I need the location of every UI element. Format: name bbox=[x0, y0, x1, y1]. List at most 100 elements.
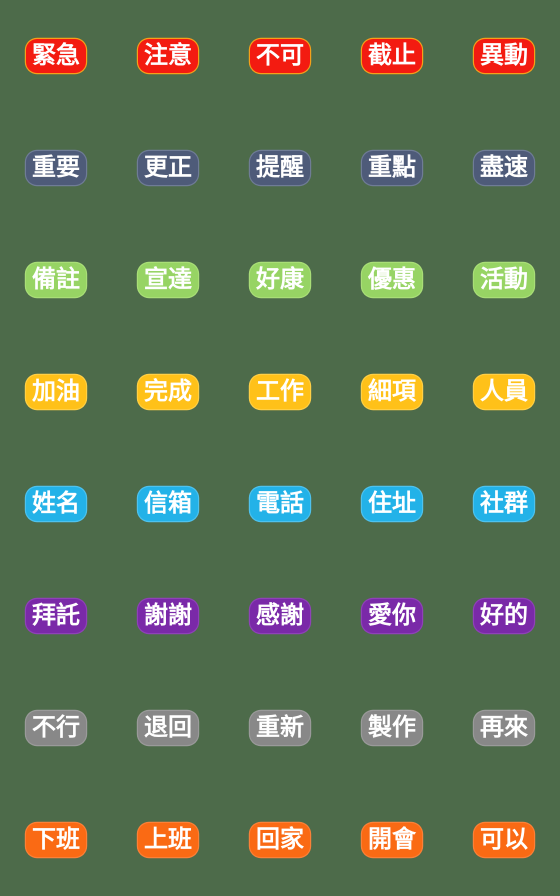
sticker-label: 拜託 bbox=[32, 601, 80, 629]
sticker-badge-sky-4[interactable]: 住址 bbox=[362, 487, 422, 521]
sticker-badge-sky-1[interactable]: 姓名 bbox=[26, 487, 86, 521]
sticker-cell: 開會 bbox=[336, 784, 448, 896]
sticker-label: 緊急 bbox=[32, 41, 80, 69]
sticker-badge-red-5[interactable]: 異動 bbox=[474, 39, 534, 73]
sticker-badge-purple-5[interactable]: 好的 bbox=[474, 599, 534, 633]
sticker-badge-sky-5[interactable]: 社群 bbox=[474, 487, 534, 521]
sticker-label: 下班 bbox=[32, 825, 80, 853]
sticker-label: 姓名 bbox=[32, 489, 80, 517]
sticker-cell: 備註 bbox=[0, 224, 112, 336]
sticker-badge-gray-4[interactable]: 製作 bbox=[362, 711, 422, 745]
sticker-badge-sky-3[interactable]: 電話 bbox=[250, 487, 310, 521]
sticker-cell: 完成 bbox=[112, 336, 224, 448]
sticker-label: 愛你 bbox=[368, 601, 416, 629]
sticker-label: 工作 bbox=[256, 377, 304, 405]
sticker-badge-green-2[interactable]: 宣達 bbox=[138, 263, 198, 297]
sticker-label: 電話 bbox=[256, 489, 304, 517]
sticker-cell: 再來 bbox=[448, 672, 560, 784]
sticker-badge-amber-3[interactable]: 工作 bbox=[250, 375, 310, 409]
sticker-cell: 信箱 bbox=[112, 448, 224, 560]
sticker-badge-amber-4[interactable]: 細項 bbox=[362, 375, 422, 409]
sticker-cell: 更正 bbox=[112, 112, 224, 224]
sticker-cell: 可以 bbox=[448, 784, 560, 896]
sticker-cell: 人員 bbox=[448, 336, 560, 448]
sticker-label: 細項 bbox=[368, 377, 416, 405]
sticker-label: 退回 bbox=[144, 713, 192, 741]
sticker-cell: 提醒 bbox=[224, 112, 336, 224]
sticker-badge-purple-1[interactable]: 拜託 bbox=[26, 599, 86, 633]
sticker-cell: 愛你 bbox=[336, 560, 448, 672]
sticker-badge-slate-3[interactable]: 提醒 bbox=[250, 151, 310, 185]
sticker-cell: 上班 bbox=[112, 784, 224, 896]
sticker-label: 好康 bbox=[256, 265, 304, 293]
sticker-badge-green-1[interactable]: 備註 bbox=[26, 263, 86, 297]
sticker-badge-red-4[interactable]: 截止 bbox=[362, 39, 422, 73]
sticker-cell: 緊急 bbox=[0, 0, 112, 112]
sticker-cell: 盡速 bbox=[448, 112, 560, 224]
sticker-badge-gray-3[interactable]: 重新 bbox=[250, 711, 310, 745]
sticker-sheet-grid: 緊急 注意 不可 截止 異動重要 更正 提醒 重點 盡速備註 宣達 好康 優惠 活動加油 完成 工作 細項 人員… bbox=[0, 0, 560, 896]
sticker-cell: 不可 bbox=[224, 0, 336, 112]
sticker-cell: 製作 bbox=[336, 672, 448, 784]
sticker-badge-gray-5[interactable]: 再來 bbox=[474, 711, 534, 745]
sticker-badge-green-4[interactable]: 優惠 bbox=[362, 263, 422, 297]
sticker-cell: 退回 bbox=[112, 672, 224, 784]
sticker-badge-purple-4[interactable]: 愛你 bbox=[362, 599, 422, 633]
sticker-label: 不可 bbox=[256, 41, 304, 69]
sticker-badge-gray-1[interactable]: 不行 bbox=[26, 711, 86, 745]
sticker-cell: 住址 bbox=[336, 448, 448, 560]
sticker-badge-slate-1[interactable]: 重要 bbox=[26, 151, 86, 185]
sticker-cell: 好康 bbox=[224, 224, 336, 336]
sticker-badge-purple-2[interactable]: 謝謝 bbox=[138, 599, 198, 633]
sticker-badge-orange-2[interactable]: 上班 bbox=[138, 823, 198, 857]
sticker-cell: 截止 bbox=[336, 0, 448, 112]
sticker-cell: 下班 bbox=[0, 784, 112, 896]
sticker-badge-amber-5[interactable]: 人員 bbox=[474, 375, 534, 409]
sticker-cell: 重要 bbox=[0, 112, 112, 224]
sticker-badge-gray-2[interactable]: 退回 bbox=[138, 711, 198, 745]
sticker-badge-amber-1[interactable]: 加油 bbox=[26, 375, 86, 409]
sticker-label: 不行 bbox=[32, 713, 80, 741]
sticker-badge-orange-5[interactable]: 可以 bbox=[474, 823, 534, 857]
sticker-label: 開會 bbox=[368, 825, 416, 853]
sticker-badge-green-3[interactable]: 好康 bbox=[250, 263, 310, 297]
sticker-label: 注意 bbox=[144, 41, 192, 69]
sticker-badge-orange-4[interactable]: 開會 bbox=[362, 823, 422, 857]
sticker-badge-orange-1[interactable]: 下班 bbox=[26, 823, 86, 857]
sticker-label: 再來 bbox=[480, 713, 528, 741]
sticker-label: 加油 bbox=[32, 377, 80, 405]
sticker-badge-amber-2[interactable]: 完成 bbox=[138, 375, 198, 409]
sticker-cell: 不行 bbox=[0, 672, 112, 784]
sticker-badge-red-2[interactable]: 注意 bbox=[138, 39, 198, 73]
sticker-cell: 加油 bbox=[0, 336, 112, 448]
sticker-cell: 細項 bbox=[336, 336, 448, 448]
sticker-label: 回家 bbox=[256, 825, 304, 853]
sticker-cell: 謝謝 bbox=[112, 560, 224, 672]
sticker-label: 完成 bbox=[144, 377, 192, 405]
sticker-label: 謝謝 bbox=[144, 601, 192, 629]
sticker-label: 活動 bbox=[480, 265, 528, 293]
sticker-badge-slate-4[interactable]: 重點 bbox=[362, 151, 422, 185]
sticker-badge-sky-2[interactable]: 信箱 bbox=[138, 487, 198, 521]
sticker-cell: 社群 bbox=[448, 448, 560, 560]
sticker-cell: 注意 bbox=[112, 0, 224, 112]
sticker-badge-red-1[interactable]: 緊急 bbox=[26, 39, 86, 73]
sticker-cell: 回家 bbox=[224, 784, 336, 896]
sticker-label: 住址 bbox=[368, 489, 416, 517]
sticker-badge-purple-3[interactable]: 感謝 bbox=[250, 599, 310, 633]
sticker-label: 好的 bbox=[480, 601, 528, 629]
sticker-cell: 活動 bbox=[448, 224, 560, 336]
sticker-cell: 異動 bbox=[448, 0, 560, 112]
sticker-label: 異動 bbox=[480, 41, 528, 69]
sticker-label: 宣達 bbox=[144, 265, 192, 293]
sticker-cell: 宣達 bbox=[112, 224, 224, 336]
sticker-badge-red-3[interactable]: 不可 bbox=[250, 39, 310, 73]
sticker-label: 重點 bbox=[368, 153, 416, 181]
sticker-badge-green-5[interactable]: 活動 bbox=[474, 263, 534, 297]
sticker-cell: 姓名 bbox=[0, 448, 112, 560]
sticker-badge-slate-5[interactable]: 盡速 bbox=[474, 151, 534, 185]
sticker-cell: 優惠 bbox=[336, 224, 448, 336]
sticker-badge-orange-3[interactable]: 回家 bbox=[250, 823, 310, 857]
sticker-label: 感謝 bbox=[256, 601, 304, 629]
sticker-badge-slate-2[interactable]: 更正 bbox=[138, 151, 198, 185]
